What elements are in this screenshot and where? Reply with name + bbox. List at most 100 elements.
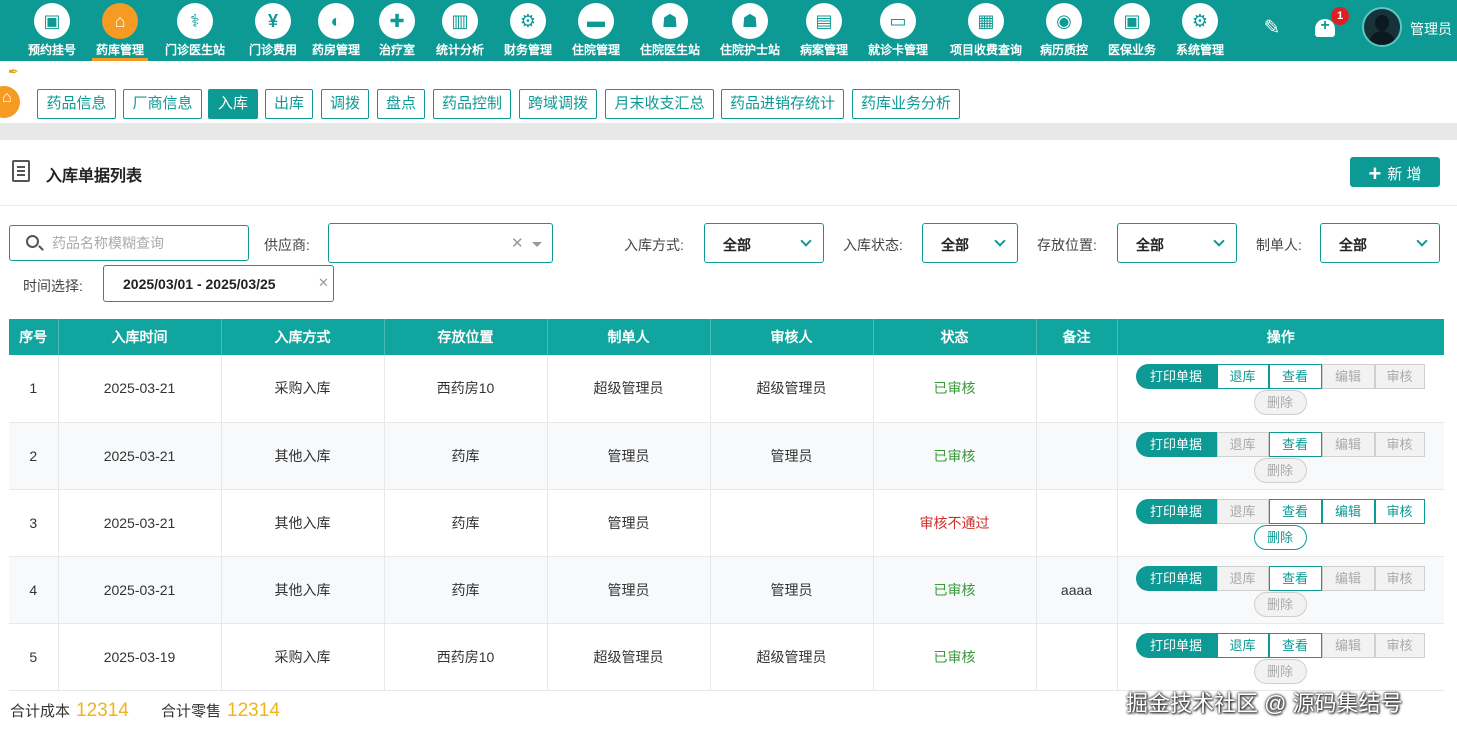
- cell-time: 2025-03-21: [58, 556, 222, 624]
- supplier-select[interactable]: ✕: [328, 223, 553, 263]
- nav-item-9[interactable]: ☗ 住院医生站: [632, 0, 708, 61]
- method-value: 全部: [723, 237, 751, 253]
- col-header-time[interactable]: 入库时间: [58, 319, 222, 355]
- nav-item-13[interactable]: ▦ 项目收费查询: [948, 0, 1024, 61]
- home-icon[interactable]: [0, 86, 20, 118]
- date-range-picker[interactable]: 2025/03/01 - 2025/03/25 ✕: [103, 265, 334, 302]
- supplier-label: 供应商:: [264, 237, 310, 253]
- caret-down-icon: [532, 242, 542, 247]
- cell-location: 西药房10: [384, 355, 548, 423]
- audit-button[interactable]: 审核: [1374, 431, 1425, 457]
- subtab-3[interactable]: 出库: [265, 89, 313, 119]
- edit-button[interactable]: 编辑: [1321, 431, 1375, 457]
- cell-location: 药库: [384, 556, 548, 624]
- date-range-value: 2025/03/01 - 2025/03/25: [123, 276, 276, 292]
- medical-record-icon: ▤: [806, 3, 842, 39]
- clear-icon[interactable]: ✕: [511, 234, 524, 252]
- del-button[interactable]: 删除: [1253, 457, 1307, 483]
- del-button[interactable]: 删除: [1253, 658, 1307, 684]
- status-label: 入库状态:: [843, 237, 903, 253]
- subtab-1[interactable]: 厂商信息: [123, 89, 202, 119]
- view-button[interactable]: 查看: [1268, 565, 1322, 591]
- audit-button[interactable]: 审核: [1374, 498, 1425, 524]
- edit-button[interactable]: 编辑: [1321, 498, 1375, 524]
- status-select[interactable]: 全部: [922, 223, 1018, 263]
- subtab-8[interactable]: 月末收支汇总: [605, 89, 714, 119]
- back-button[interactable]: 退库: [1216, 431, 1269, 457]
- subtab-7[interactable]: 跨域调拨: [519, 89, 597, 119]
- creator-select[interactable]: 全部: [1320, 223, 1440, 263]
- subtab-9[interactable]: 药品进销存统计: [721, 89, 844, 119]
- col-header-note[interactable]: 备注: [1036, 319, 1118, 355]
- audit-button[interactable]: 审核: [1374, 632, 1425, 658]
- cell-method: 其他入库: [221, 556, 385, 624]
- method-select[interactable]: 全部: [704, 223, 824, 263]
- username[interactable]: 管理员: [1410, 19, 1452, 39]
- subtab-0[interactable]: 药品信息: [37, 89, 116, 119]
- method-label: 入库方式:: [624, 237, 684, 253]
- back-button[interactable]: 退库: [1216, 364, 1269, 390]
- total-cost-label: 合计成本: [10, 703, 71, 720]
- view-button[interactable]: 查看: [1268, 431, 1322, 457]
- cell-location: 西药房10: [384, 623, 548, 691]
- subtab-2[interactable]: 入库: [208, 89, 258, 119]
- cell-method: 采购入库: [221, 355, 385, 423]
- del-button[interactable]: 删除: [1253, 524, 1307, 550]
- print-button[interactable]: 打印单据: [1135, 565, 1217, 591]
- subtab-10[interactable]: 药库业务分析: [852, 89, 960, 119]
- back-button[interactable]: 退库: [1216, 565, 1269, 591]
- cell-creator: 超级管理员: [547, 355, 711, 423]
- cell-actions: 打印单据 退库 查看 编辑 审核删除: [1117, 422, 1444, 490]
- creator-value: 全部: [1339, 237, 1367, 253]
- nav-item-16[interactable]: ⚙ 系统管理: [1162, 0, 1238, 61]
- view-button[interactable]: 查看: [1268, 364, 1322, 390]
- print-button[interactable]: 打印单据: [1135, 632, 1217, 658]
- cell-time: 2025-03-21: [58, 355, 222, 423]
- col-header-location[interactable]: 存放位置: [384, 319, 548, 355]
- del-button[interactable]: 删除: [1253, 390, 1307, 416]
- cell-auditor: 超级管理员: [710, 623, 874, 691]
- back-button[interactable]: 退库: [1216, 498, 1269, 524]
- clear-date-icon[interactable]: ✕: [318, 275, 329, 291]
- col-header-method[interactable]: 入库方式: [221, 319, 385, 355]
- nav-item-12[interactable]: ▭ 就诊卡管理: [860, 0, 936, 61]
- cell-auditor: 超级管理员: [710, 355, 874, 423]
- print-button[interactable]: 打印单据: [1135, 498, 1217, 524]
- cell-note: [1036, 489, 1118, 557]
- audit-button[interactable]: 审核: [1374, 565, 1425, 591]
- search-field[interactable]: [9, 225, 249, 261]
- add-button[interactable]: + 新 增: [1350, 157, 1440, 187]
- table-header-row: 序号 入库时间 入库方式 存放位置 制单人 审核人 状态 备注 操作: [9, 319, 1444, 355]
- subtab-5[interactable]: 盘点: [377, 89, 425, 119]
- top-nav-bar: ✎ 1 管理员 ▣预约挂号⌂药库管理⚕门诊医生站¥门诊费用◐药房管理✚治疗室▥统…: [0, 0, 1457, 61]
- edit-pencil-icon[interactable]: ✎: [1260, 16, 1284, 40]
- col-header-status[interactable]: 状态: [873, 319, 1037, 355]
- insurance-icon: ▣: [1114, 3, 1150, 39]
- view-button[interactable]: 查看: [1268, 632, 1322, 658]
- cell-no: 5: [9, 623, 59, 691]
- chevron-down-icon: [1416, 235, 1428, 247]
- back-button[interactable]: 退库: [1216, 632, 1269, 658]
- col-header-no[interactable]: 序号: [9, 319, 59, 355]
- del-button[interactable]: 删除: [1253, 591, 1307, 617]
- search-input[interactable]: [52, 232, 242, 254]
- edit-button[interactable]: 编辑: [1321, 364, 1375, 390]
- subtab-4[interactable]: 调拨: [321, 89, 369, 119]
- brush-icon[interactable]: ✒: [8, 64, 24, 79]
- nav-item-2[interactable]: ⚕ 门诊医生站: [157, 0, 233, 61]
- print-button[interactable]: 打印单据: [1135, 364, 1217, 390]
- edit-button[interactable]: 编辑: [1321, 565, 1375, 591]
- avatar[interactable]: [1362, 7, 1402, 47]
- col-header-auditor[interactable]: 审核人: [710, 319, 874, 355]
- cell-creator: 管理员: [547, 556, 711, 624]
- audit-button[interactable]: 审核: [1374, 364, 1425, 390]
- col-header-creator[interactable]: 制单人: [547, 319, 711, 355]
- cell-method: 其他入库: [221, 489, 385, 557]
- edit-button[interactable]: 编辑: [1321, 632, 1375, 658]
- view-button[interactable]: 查看: [1268, 498, 1322, 524]
- subtab-6[interactable]: 药品控制: [433, 89, 511, 119]
- bed-icon: ▬: [578, 3, 614, 39]
- location-select[interactable]: 全部: [1117, 223, 1237, 263]
- section-divider: [0, 205, 1457, 206]
- print-button[interactable]: 打印单据: [1135, 431, 1217, 457]
